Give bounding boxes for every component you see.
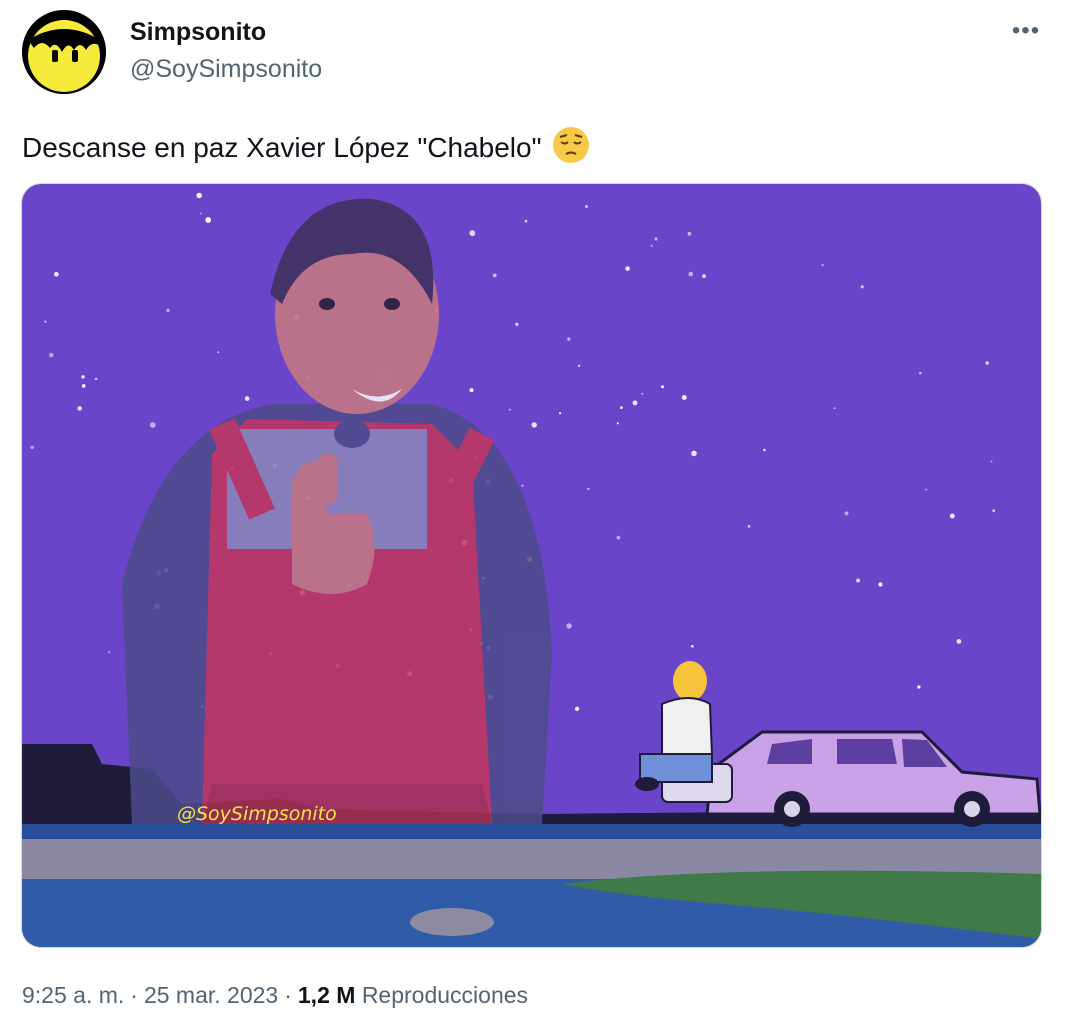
display-name[interactable]: Simpsonito	[130, 18, 266, 47]
star	[687, 231, 692, 236]
star	[985, 361, 989, 365]
star	[681, 395, 687, 400]
rock	[410, 908, 494, 936]
star	[992, 509, 996, 513]
star	[81, 375, 85, 379]
star	[578, 364, 581, 367]
star	[860, 285, 864, 289]
avatar-face-icon	[22, 10, 106, 94]
star	[650, 244, 653, 247]
star	[625, 266, 630, 271]
star	[469, 230, 476, 237]
star	[54, 271, 59, 277]
tweet-media-image[interactable]: @SoySimpsonito	[21, 183, 1042, 948]
star	[821, 263, 824, 267]
pensive-face-icon	[552, 127, 589, 163]
tweet-meta: 9:25 a. m. · 25 mar. 2023 · 1,2 M Reproducci…	[22, 982, 528, 1009]
star	[49, 352, 54, 358]
star	[199, 212, 202, 215]
star	[566, 623, 572, 629]
more-icon: •••	[1011, 17, 1041, 44]
star	[205, 217, 212, 223]
star	[654, 237, 658, 241]
star	[925, 488, 928, 491]
star	[691, 450, 697, 457]
star	[515, 322, 519, 326]
tweet-time[interactable]: 9:25 a. m.	[22, 982, 124, 1008]
star	[990, 460, 993, 463]
star	[30, 445, 34, 450]
star	[833, 407, 836, 410]
star	[949, 513, 955, 519]
star	[94, 377, 98, 381]
star	[661, 385, 664, 389]
star	[574, 706, 580, 711]
star	[77, 406, 82, 411]
star	[44, 320, 47, 323]
star	[559, 412, 562, 415]
tweet-date[interactable]: 25 mar. 2023	[144, 982, 278, 1008]
star	[587, 487, 590, 490]
star	[244, 396, 250, 401]
handle[interactable]: @SoySimpsonito	[130, 55, 322, 84]
media-watermark: @SoySimpsonito	[177, 803, 337, 825]
star	[691, 644, 694, 648]
star	[469, 388, 474, 393]
star	[747, 525, 751, 528]
star	[81, 384, 86, 388]
views-count: 1,2 M	[297, 982, 356, 1008]
star	[856, 578, 861, 583]
star	[878, 582, 883, 587]
star	[149, 422, 156, 428]
star	[521, 484, 524, 487]
star	[917, 685, 921, 689]
star	[509, 408, 511, 411]
star	[641, 392, 644, 395]
star	[585, 205, 588, 208]
meta-separator: ·	[284, 982, 292, 1008]
star	[108, 651, 111, 654]
star	[524, 219, 528, 223]
tweet-text-container: Descanse en paz Xavier López "Chabelo"	[22, 126, 590, 164]
star	[620, 406, 623, 409]
star	[632, 400, 638, 406]
meta-separator: ·	[130, 982, 138, 1008]
star	[567, 337, 571, 341]
star	[616, 535, 621, 540]
star	[531, 422, 537, 428]
star	[196, 192, 202, 199]
more-options-button[interactable]: •••	[1006, 16, 1046, 46]
star	[956, 639, 962, 644]
star	[688, 271, 694, 277]
avatar[interactable]	[22, 10, 106, 94]
star	[166, 308, 170, 313]
star	[616, 422, 619, 425]
tweet-text: Descanse en paz Xavier López "Chabelo"	[22, 132, 542, 163]
star	[844, 511, 849, 516]
star	[217, 351, 220, 353]
star	[763, 448, 766, 452]
star	[492, 273, 497, 278]
star	[702, 274, 706, 279]
star	[919, 371, 922, 375]
views-label: Reproducciones	[361, 982, 529, 1008]
